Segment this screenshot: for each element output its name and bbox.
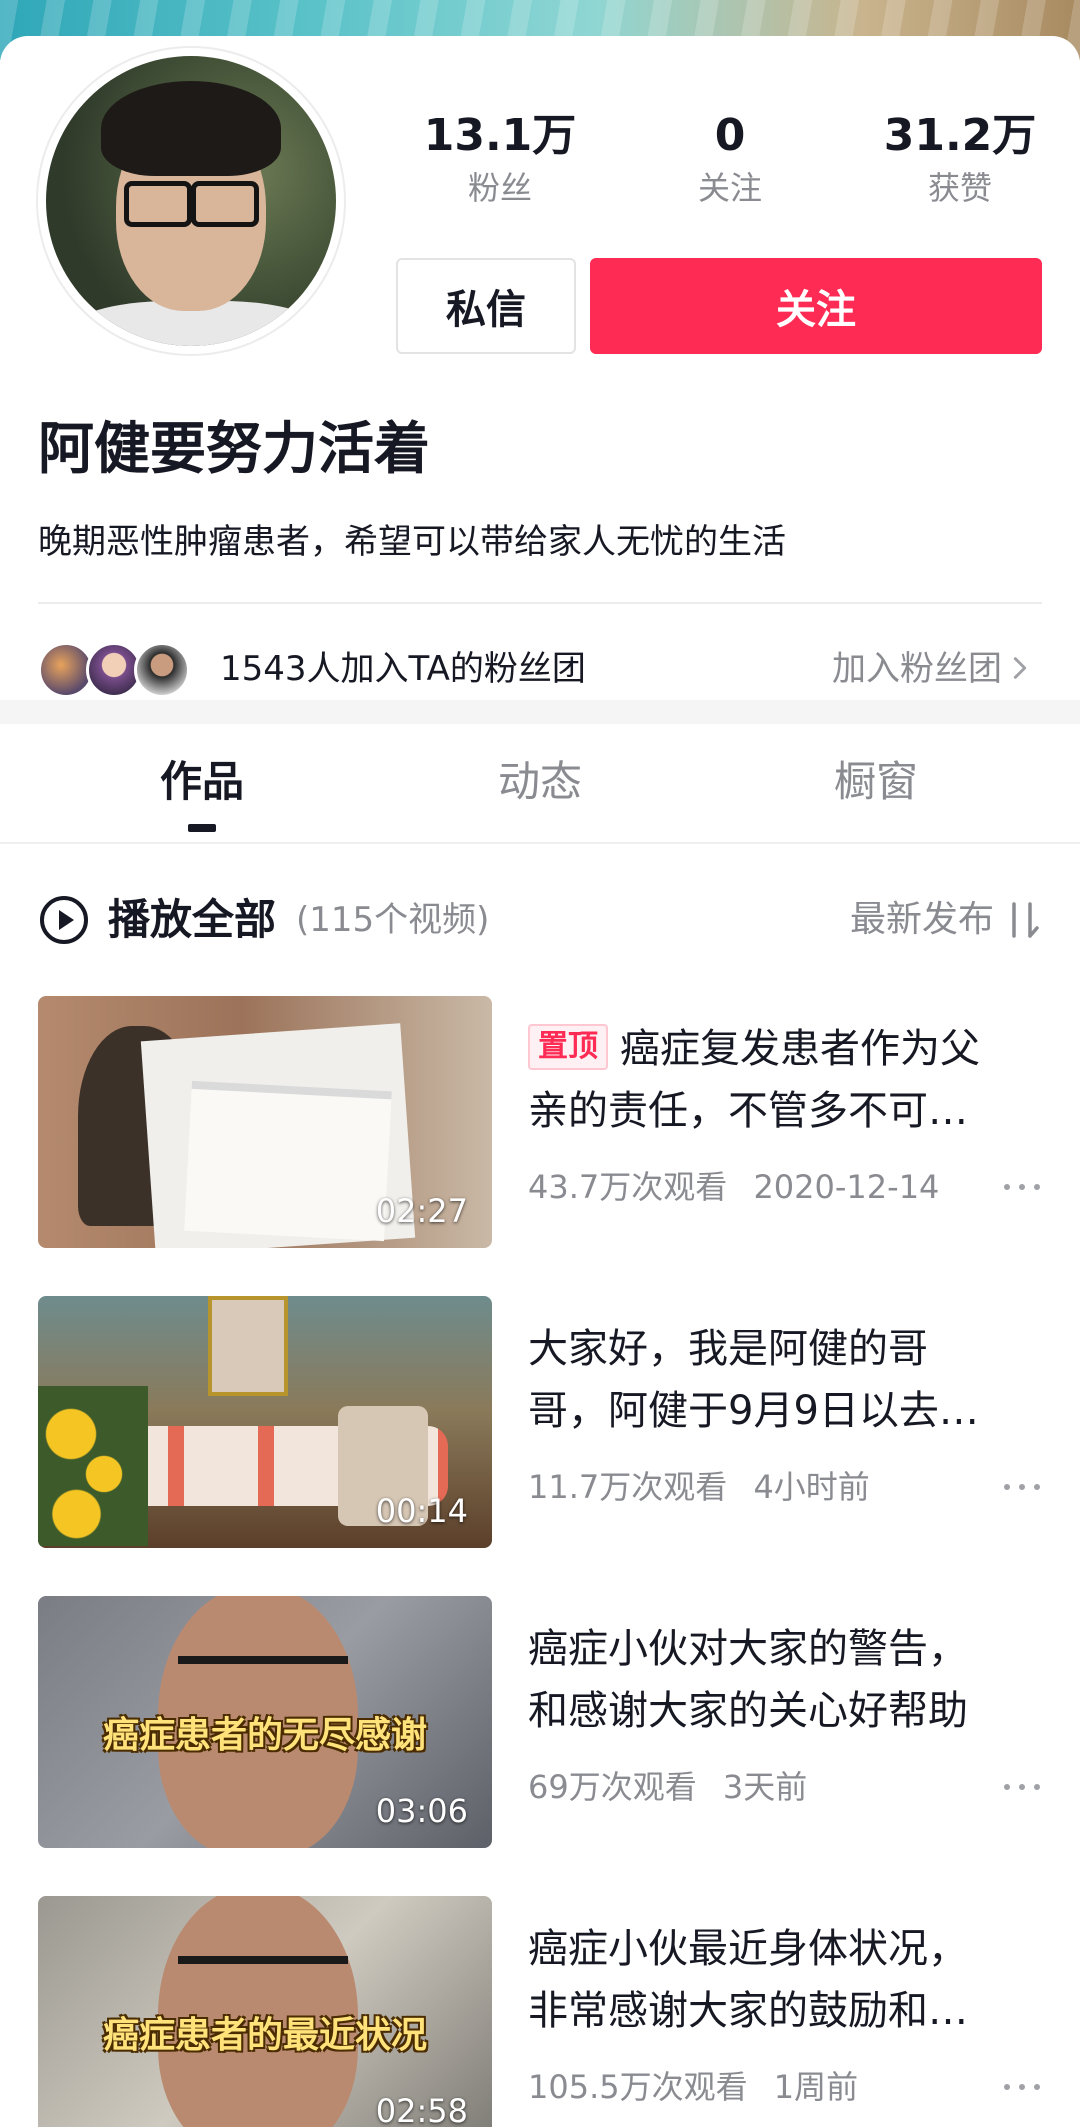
video-item[interactable]: 癌症患者的最近状况 02:58 癌症小伙最近身体状况， 非常感谢大家的鼓励和… … bbox=[38, 1896, 1042, 2127]
profile-page: 13.1万 粉丝 0 关注 31.2万 获赞 私信 关注 阿健要努力活着 晚期恶… bbox=[0, 0, 1080, 2127]
play-all-button[interactable]: 播放全部 bbox=[108, 890, 276, 950]
video-title-line: 哥，阿健于9月9日以去… bbox=[528, 1388, 979, 1434]
stat-following[interactable]: 0 关注 bbox=[630, 108, 830, 210]
more-dots-icon[interactable] bbox=[1002, 1776, 1042, 1796]
sort-icon[interactable] bbox=[1004, 900, 1042, 940]
avatar[interactable] bbox=[38, 48, 344, 354]
video-duration: 02:58 bbox=[375, 2092, 468, 2127]
video-views: 69万次观看 bbox=[528, 1768, 697, 1806]
video-meta: 43.7万次观看 2020-12-14 bbox=[528, 1162, 939, 1212]
video-views: 11.7万次观看 bbox=[528, 1468, 728, 1506]
video-thumbnail[interactable]: 00:14 bbox=[38, 1296, 492, 1548]
profile-nickname: 阿健要努力活着 bbox=[38, 417, 430, 482]
thumbnail-caption: 癌症患者的最近状况 bbox=[102, 2015, 427, 2056]
message-button[interactable]: 私信 bbox=[396, 258, 576, 354]
stat-label: 获赞 bbox=[927, 169, 992, 207]
thumbnail-caption: 癌症患者的无尽感谢 bbox=[102, 1715, 427, 1756]
fan-avatar bbox=[134, 642, 190, 698]
divider bbox=[38, 602, 1042, 604]
video-thumbnail[interactable]: 癌症患者的无尽感谢 03:06 bbox=[38, 1596, 492, 1848]
fan-group-text: 1543人加入TA的粉丝团 bbox=[220, 649, 586, 689]
chevron-right-icon bbox=[1013, 657, 1027, 679]
video-item[interactable]: 02:27 置顶 癌症复发患者作为父 亲的责任，不管多不可… 43.7万次观看 2… bbox=[38, 996, 1042, 1248]
video-meta: 11.7万次观看 4小时前 bbox=[528, 1462, 870, 1512]
video-duration: 03:06 bbox=[375, 1792, 468, 1830]
video-thumbnail[interactable]: 02:27 bbox=[38, 996, 492, 1248]
profile-tabs: 作品 动态 橱窗 bbox=[0, 724, 1080, 844]
join-fan-group-link[interactable]: 加入粉丝团 bbox=[832, 644, 1002, 694]
stat-value: 13.1万 bbox=[423, 110, 577, 161]
avatar-image bbox=[46, 56, 336, 346]
video-date: 3天前 bbox=[722, 1768, 808, 1806]
video-title-line: 癌症小伙对大家的警告， bbox=[528, 1626, 968, 1672]
video-thumbnail[interactable]: 癌症患者的最近状况 02:58 bbox=[38, 1896, 492, 2127]
profile-stats: 13.1万 粉丝 0 关注 31.2万 获赞 bbox=[400, 108, 1060, 218]
stat-label: 关注 bbox=[697, 169, 762, 207]
tab-activity[interactable]: 动态 bbox=[420, 754, 660, 810]
more-dots-icon[interactable] bbox=[1002, 2076, 1042, 2096]
play-all-row: 播放全部 (115个视频) 最新发布 bbox=[38, 884, 1042, 956]
tab-showcase[interactable]: 橱窗 bbox=[756, 754, 996, 810]
video-views: 105.5万次观看 bbox=[528, 2068, 748, 2106]
video-meta: 69万次观看 3天前 bbox=[528, 1762, 807, 1812]
more-dots-icon[interactable] bbox=[1002, 1176, 1042, 1196]
tab-works[interactable]: 作品 bbox=[82, 754, 322, 810]
stat-followers[interactable]: 13.1万 粉丝 bbox=[400, 108, 600, 210]
profile-header: 13.1万 粉丝 0 关注 31.2万 获赞 私信 关注 阿健要努力活着 晚期恶… bbox=[0, 36, 1080, 706]
video-item[interactable]: 癌症患者的无尽感谢 03:06 癌症小伙对大家的警告， 和感谢大家的关心好帮助 … bbox=[38, 1596, 1042, 1848]
follow-button[interactable]: 关注 bbox=[590, 258, 1042, 354]
video-duration: 02:27 bbox=[375, 1192, 468, 1230]
video-title-line: 大家好，我是阿健的哥 bbox=[528, 1326, 928, 1372]
video-meta: 105.5万次观看 1周前 bbox=[528, 2062, 858, 2112]
active-tab-indicator bbox=[188, 824, 216, 832]
video-item[interactable]: 00:14 大家好，我是阿健的哥 哥，阿健于9月9日以去… 11.7万次观看 4… bbox=[38, 1296, 1042, 1548]
section-separator bbox=[0, 700, 1080, 724]
more-dots-icon[interactable] bbox=[1002, 1476, 1042, 1496]
sort-button[interactable]: 最新发布 bbox=[850, 894, 994, 946]
video-date: 4小时前 bbox=[753, 1468, 870, 1506]
stat-value: 31.2万 bbox=[883, 110, 1037, 161]
video-title-line: 非常感谢大家的鼓励和… bbox=[528, 1988, 968, 2034]
pinned-badge: 置顶 bbox=[528, 1024, 608, 1070]
video-count: (115个视频) bbox=[296, 900, 490, 940]
video-title[interactable]: 置顶 癌症复发患者作为父 亲的责任，不管多不可… bbox=[528, 1018, 1042, 1142]
video-title-line: 和感谢大家的关心好帮助 bbox=[528, 1688, 968, 1734]
video-date: 2020-12-14 bbox=[753, 1168, 940, 1206]
stat-value: 0 bbox=[714, 110, 746, 161]
fan-avatars bbox=[38, 642, 198, 700]
video-duration: 00:14 bbox=[375, 1492, 468, 1530]
stat-likes[interactable]: 31.2万 获赞 bbox=[860, 108, 1060, 210]
video-title-line: 癌症复发患者作为父 bbox=[620, 1026, 980, 1072]
video-title[interactable]: 癌症小伙对大家的警告， 和感谢大家的关心好帮助 bbox=[528, 1618, 1042, 1742]
stat-label: 粉丝 bbox=[467, 169, 532, 207]
video-title[interactable]: 大家好，我是阿健的哥 哥，阿健于9月9日以去… bbox=[528, 1318, 1042, 1442]
profile-bio: 晚期恶性肿瘤患者，希望可以带给家人无忧的生活 bbox=[38, 522, 786, 562]
video-date: 1周前 bbox=[773, 2068, 859, 2106]
play-circle-icon[interactable] bbox=[38, 894, 90, 946]
video-views: 43.7万次观看 bbox=[528, 1168, 728, 1206]
video-title-line: 亲的责任，不管多不可… bbox=[528, 1088, 968, 1134]
video-title-line: 癌症小伙最近身体状况， bbox=[528, 1926, 968, 1972]
video-title[interactable]: 癌症小伙最近身体状况， 非常感谢大家的鼓励和… bbox=[528, 1918, 1042, 2042]
